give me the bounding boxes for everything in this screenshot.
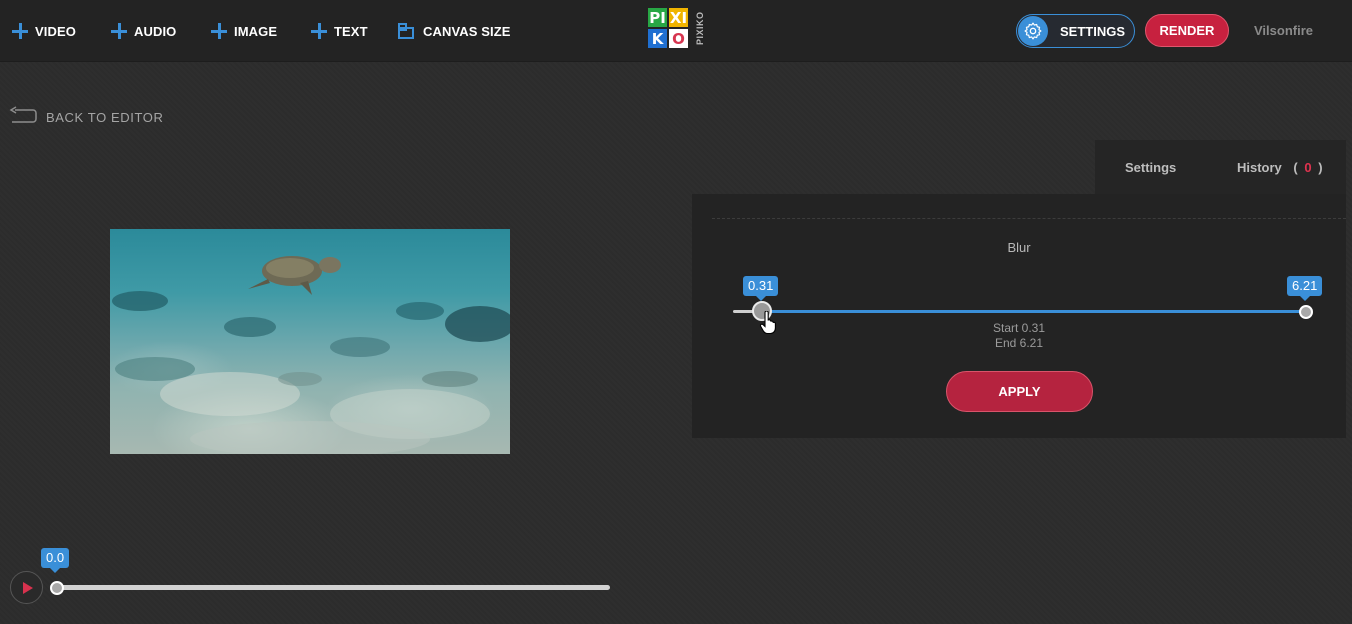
history-count-badge: 0 <box>1304 160 1312 175</box>
range-info: Start 0.31 End 6.21 <box>692 321 1346 351</box>
logo-wordmark: PIXIKO <box>695 11 705 45</box>
range-end-text: End 6.21 <box>994 336 1044 350</box>
playhead-time-tooltip: 0.0 <box>41 548 70 573</box>
add-text-button[interactable]: TEXT <box>311 20 368 42</box>
range-start-text: Start 0.31 <box>992 321 1046 335</box>
back-label: BACK TO EDITOR <box>46 109 164 125</box>
plus-icon <box>311 23 327 39</box>
add-image-button[interactable]: IMAGE <box>211 20 277 42</box>
back-arrow-icon <box>9 106 37 128</box>
pixiko-logo[interactable]: PI XI K O PIXIKO <box>647 6 709 50</box>
range-slider-selection <box>763 310 1306 313</box>
panel-tabs: Settings History ( 0 ) <box>1095 140 1346 194</box>
user-menu[interactable]: Vilsonfire <box>1254 23 1313 38</box>
add-image-label: IMAGE <box>234 23 278 39</box>
plus-icon <box>211 23 227 39</box>
play-button[interactable] <box>10 571 43 604</box>
range-start-tooltip: 0.31 <box>743 276 779 301</box>
history-count-close: ) <box>1318 160 1323 175</box>
logo-tile-pi: PI <box>648 8 667 27</box>
top-toolbar: VIDEO AUDIO IMAGE TEXT CANVAS SIZE PI XI… <box>0 0 1352 62</box>
add-audio-label: AUDIO <box>134 23 177 39</box>
tab-history[interactable]: History ( 0 ) <box>1237 160 1323 175</box>
plus-icon <box>12 23 28 39</box>
canvas-size-label: CANVAS SIZE <box>423 23 511 39</box>
add-audio-button[interactable]: AUDIO <box>111 20 176 42</box>
range-end-tooltip: 6.21 <box>1287 276 1323 301</box>
gear-icon <box>1018 16 1048 46</box>
canvas-size-icon <box>398 23 416 39</box>
apply-button[interactable]: APPLY <box>946 371 1093 412</box>
add-video-button[interactable]: VIDEO <box>12 20 76 42</box>
tab-history-label: History <box>1237 160 1282 175</box>
logo-tile-k: K <box>648 29 667 48</box>
logo-tile-o: O <box>669 29 688 48</box>
playhead-handle[interactable] <box>50 581 64 595</box>
panel-divider <box>712 218 1346 219</box>
history-count-open: ( <box>1293 160 1298 175</box>
plus-icon <box>111 23 127 39</box>
canvas-size-button[interactable]: CANVAS SIZE <box>398 20 511 42</box>
settings-button[interactable]: SETTINGS <box>1016 14 1135 48</box>
underwater-scene-image <box>112 256 510 454</box>
effect-settings-panel: Blur 0.31 6.21 Start 0.31 End 6.21 APPLY <box>692 194 1346 438</box>
settings-label: SETTINGS <box>1060 23 1126 39</box>
range-end-handle[interactable] <box>1299 305 1313 319</box>
render-button[interactable]: RENDER <box>1145 14 1229 47</box>
back-to-editor-link[interactable]: BACK TO EDITOR <box>9 106 163 128</box>
playback-timeline[interactable] <box>57 585 610 590</box>
play-icon <box>20 581 34 595</box>
effect-title: Blur <box>1007 240 1031 255</box>
add-text-label: TEXT <box>334 23 368 39</box>
add-video-label: VIDEO <box>35 23 76 39</box>
logo-tile-xi: XI <box>669 8 688 27</box>
video-preview[interactable] <box>110 229 510 454</box>
tab-settings[interactable]: Settings <box>1125 160 1176 175</box>
